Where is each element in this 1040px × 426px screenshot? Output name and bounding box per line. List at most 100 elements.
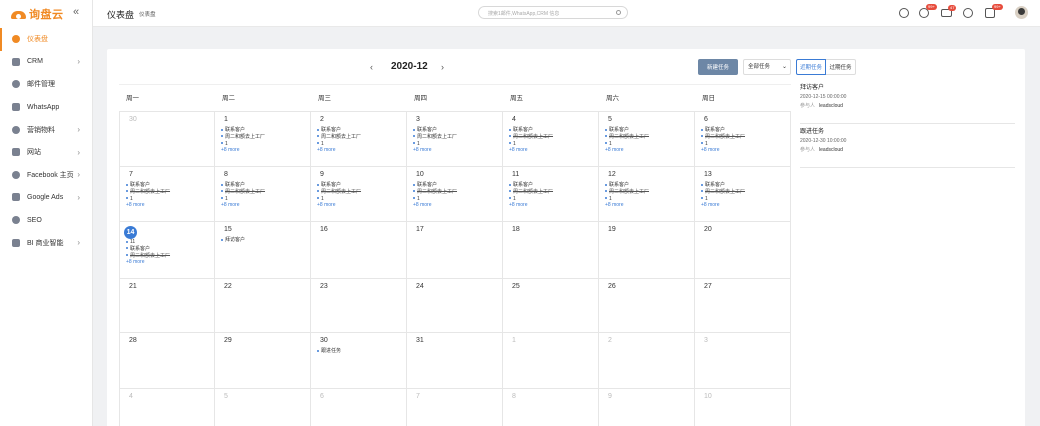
more-events-link[interactable]: +8 more — [603, 147, 694, 154]
calendar-day-cell[interactable]: 14 11 联系客户 周二和额去上工厂 +8 more — [119, 222, 215, 278]
calendar-day-cell[interactable]: 15 拜访客户 — [215, 222, 311, 278]
more-events-link[interactable]: +8 more — [699, 147, 790, 154]
calendar-day-cell[interactable]: 10 联系客户 周二和额去上工厂 1 +8 more — [407, 167, 503, 221]
calendar-day-cell[interactable]: 1 — [503, 333, 599, 388]
calendar-event[interactable]: 周二和额去上工厂 — [315, 134, 406, 141]
calendar-day-cell[interactable]: 21 — [119, 279, 215, 332]
calendar-event[interactable]: 周二和额去上工厂 — [315, 189, 406, 196]
calendar-event[interactable]: 联系客户 — [219, 127, 310, 134]
calendar-event[interactable]: 联系客户 — [219, 182, 310, 189]
task-title[interactable]: 跟进任务 — [800, 127, 1015, 137]
calendar-day-cell[interactable]: 27 — [695, 279, 791, 332]
calendar-event[interactable]: 周二和额去上工厂 — [699, 134, 790, 141]
sidebar-item[interactable]: 营销物料 › — [0, 118, 92, 141]
calendar-event[interactable]: 联系客户 — [699, 182, 790, 189]
task-title[interactable]: 拜访客户 — [800, 83, 1015, 93]
calendar-day-cell[interactable]: 10 — [695, 389, 791, 426]
logo[interactable]: 询盘云 — [11, 6, 64, 22]
calendar-event[interactable]: 联系客户 — [603, 182, 694, 189]
more-events-link[interactable]: +8 more — [411, 147, 502, 154]
next-month-button[interactable]: › — [441, 62, 444, 72]
calendar-event[interactable]: 周二和额去上工厂 — [603, 189, 694, 196]
calendar-event[interactable]: 联系客户 — [124, 182, 214, 189]
calendar-event[interactable]: 拜访客户 — [219, 237, 310, 244]
more-events-link[interactable]: +8 more — [315, 147, 406, 154]
apps-icon[interactable]: 99+ — [985, 4, 1003, 18]
tab-expired-tasks[interactable]: 过期任务 — [826, 59, 856, 75]
calendar-event[interactable]: 联系客户 — [315, 182, 406, 189]
sidebar-item[interactable]: Facebook 主页 › — [0, 164, 92, 187]
more-events-link[interactable]: +8 more — [507, 147, 598, 154]
calendar-day-cell[interactable]: 26 — [599, 279, 695, 332]
calendar-day-cell[interactable]: 29 — [215, 333, 311, 388]
calendar-event[interactable]: 1 — [507, 196, 598, 203]
calendar-day-cell[interactable]: 16 — [311, 222, 407, 278]
sidebar-item[interactable]: SEO — [0, 209, 92, 232]
calendar-event[interactable]: 周二和额去上工厂 — [219, 134, 310, 141]
new-task-button[interactable]: 新建任务 — [698, 59, 738, 75]
calendar-event[interactable]: 1 — [603, 196, 694, 203]
collapse-sidebar-icon[interactable]: « — [73, 6, 79, 18]
calendar-event[interactable]: 联系客户 — [411, 127, 502, 134]
notification-icon[interactable]: 99+ — [919, 4, 937, 18]
calendar-day-cell[interactable]: 2 联系客户 周二和额去上工厂 1 +8 more — [311, 112, 407, 166]
calendar-day-cell[interactable]: 7 联系客户 周二和额去上工厂 1 +8 more — [119, 167, 215, 221]
calendar-event[interactable]: 1 — [507, 141, 598, 148]
calendar-day-cell[interactable]: 9 联系客户 周二和额去上工厂 1 +8 more — [311, 167, 407, 221]
calendar-day-cell[interactable]: 24 — [407, 279, 503, 332]
calendar-day-cell[interactable]: 13 联系客户 周二和额去上工厂 1 +8 more — [695, 167, 791, 221]
calendar-event[interactable]: 跟进任务 — [315, 348, 406, 355]
calendar-day-cell[interactable]: 17 — [407, 222, 503, 278]
task-filter-select[interactable]: 全部任务 ⌄ — [743, 59, 791, 75]
calendar-event[interactable]: 1 — [315, 196, 406, 203]
calendar-day-cell[interactable]: 5 联系客户 周二和额去上工厂 1 +8 more — [599, 112, 695, 166]
calendar-day-cell[interactable]: 28 — [119, 333, 215, 388]
calendar-day-cell[interactable]: 8 联系客户 周二和额去上工厂 1 +8 more — [215, 167, 311, 221]
calendar-event[interactable]: 周二和额去上工厂 — [507, 189, 598, 196]
headset-icon[interactable] — [899, 8, 909, 18]
calendar-day-cell[interactable]: 7 — [407, 389, 503, 426]
calendar-day-cell[interactable]: 19 — [599, 222, 695, 278]
more-events-link[interactable]: +8 more — [411, 202, 502, 209]
calendar-day-cell[interactable]: 22 — [215, 279, 311, 332]
calendar-day-cell[interactable]: 3 — [695, 333, 791, 388]
sidebar-item[interactable]: 仪表盘 — [0, 28, 92, 51]
calendar-event[interactable]: 1 — [219, 196, 310, 203]
calendar-event[interactable]: 周二和额去上工厂 — [507, 134, 598, 141]
calendar-day-cell[interactable]: 1 联系客户 周二和额去上工厂 1 +8 more — [215, 112, 311, 166]
sidebar-item[interactable]: WhatsApp — [0, 96, 92, 119]
calendar-day-cell[interactable]: 5 — [215, 389, 311, 426]
calendar-day-cell[interactable]: 2 — [599, 333, 695, 388]
calendar-event[interactable]: 1 — [411, 141, 502, 148]
calendar-event[interactable]: 联系客户 — [411, 182, 502, 189]
calendar-event[interactable]: 联系客户 — [507, 127, 598, 134]
tab-recent-tasks[interactable]: 近期任务 — [796, 59, 826, 75]
more-events-link[interactable]: +8 more — [699, 202, 790, 209]
prev-month-button[interactable]: ‹ — [370, 62, 373, 72]
calendar-event[interactable]: 11 — [124, 239, 214, 246]
calendar-event[interactable]: 1 — [603, 141, 694, 148]
mail-icon[interactable]: 47 — [941, 5, 957, 17]
search-icon[interactable] — [616, 10, 621, 15]
calendar-day-cell[interactable]: 12 联系客户 周二和额去上工厂 1 +8 more — [599, 167, 695, 221]
calendar-event[interactable]: 联系客户 — [315, 127, 406, 134]
sidebar-item[interactable]: 邮件管理 — [0, 73, 92, 96]
calendar-event[interactable]: 周二和额去上工厂 — [603, 134, 694, 141]
calendar-day-cell[interactable]: 3 联系客户 周二和额去上工厂 1 +8 more — [407, 112, 503, 166]
calendar-event[interactable]: 1 — [411, 196, 502, 203]
calendar-event[interactable]: 1 — [699, 196, 790, 203]
calendar-event[interactable]: 周二和额去上工厂 — [411, 134, 502, 141]
calendar-event[interactable]: 周二和额去上工厂 — [411, 189, 502, 196]
calendar-event[interactable]: 联系客户 — [699, 127, 790, 134]
more-events-link[interactable]: +8 more — [124, 259, 214, 266]
calendar-event[interactable]: 周二和额去上工厂 — [124, 253, 214, 260]
calendar-event[interactable]: 1 — [124, 196, 214, 203]
more-events-link[interactable]: +8 more — [124, 202, 214, 209]
whatsapp-icon[interactable] — [963, 8, 973, 18]
calendar-event[interactable]: 1 — [219, 141, 310, 148]
calendar-event[interactable]: 周二和额去上工厂 — [124, 189, 214, 196]
sidebar-item[interactable]: CRM › — [0, 51, 92, 74]
breadcrumb[interactable]: 仪表盘 — [139, 10, 156, 18]
calendar-day-cell[interactable]: 23 — [311, 279, 407, 332]
calendar-event[interactable]: 1 — [699, 141, 790, 148]
